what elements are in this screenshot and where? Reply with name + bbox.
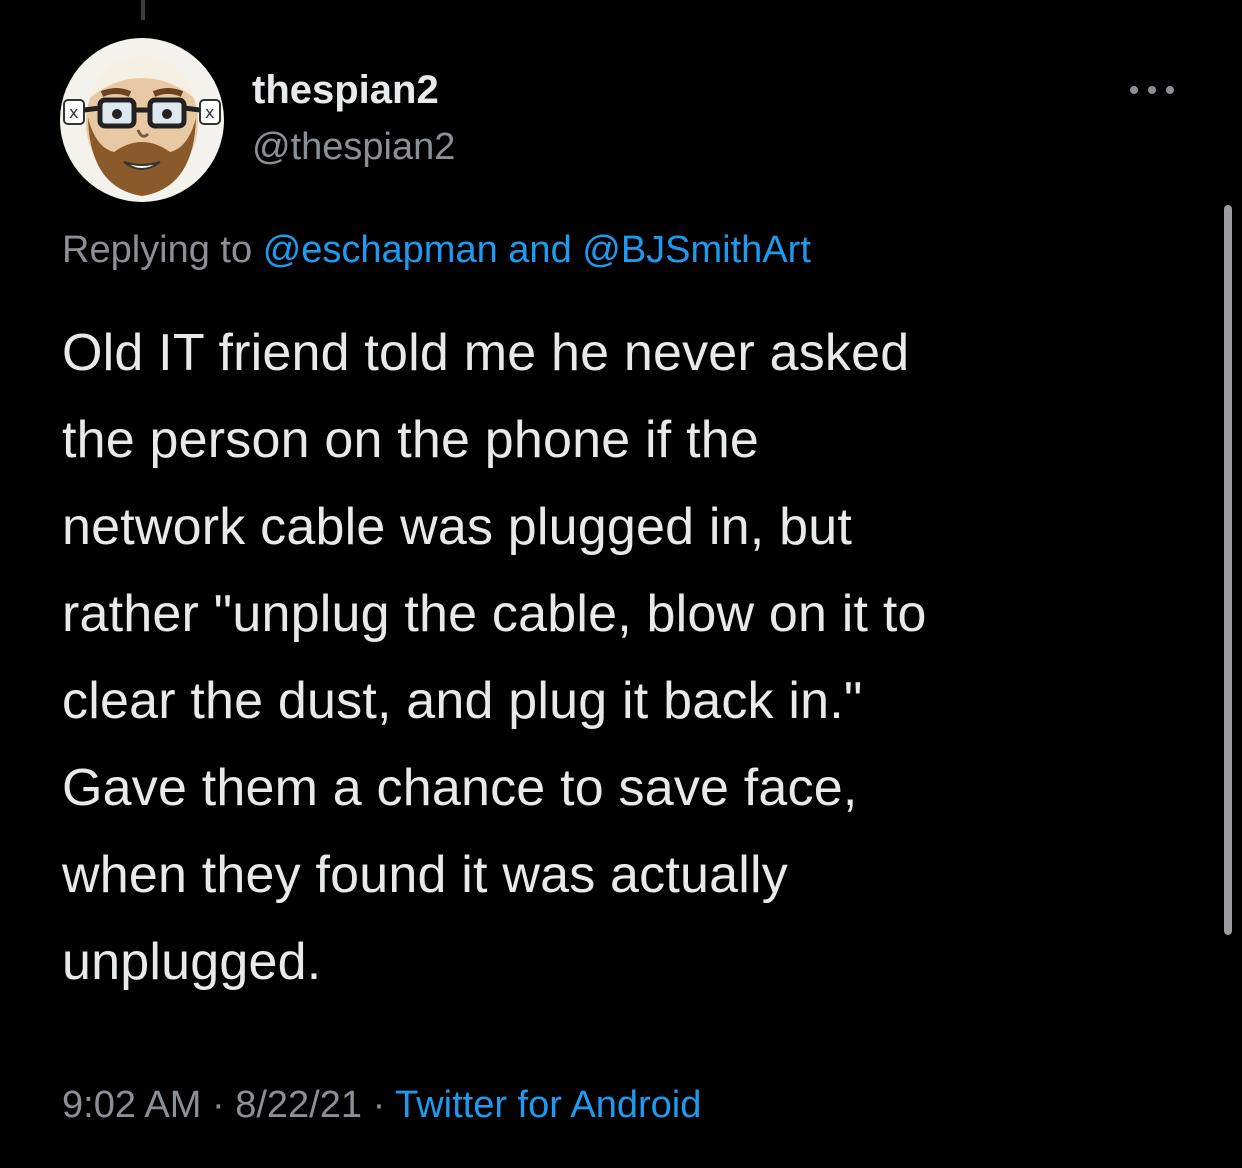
tweet-text-line: Gave them a chance to save face, <box>62 759 858 817</box>
tweet-text-line: clear the dust, and plug it back in." <box>62 672 863 730</box>
reply-prefix: Replying to <box>62 229 253 271</box>
tweet-text-line: unplugged. <box>62 933 322 991</box>
avatar[interactable]: x x <box>60 38 224 202</box>
thread-connector-line <box>141 0 145 20</box>
author-handle[interactable]: @thespian2 <box>252 125 455 171</box>
tweet-text-line: when they found it was actually <box>62 846 788 904</box>
more-horizontal-icon[interactable] <box>1124 78 1180 102</box>
tweet-text-line: the person on the phone if the <box>62 411 759 469</box>
author-display-name[interactable]: thespian2 <box>252 66 439 114</box>
tweet-text: Old IT friend told me he never asked the… <box>62 310 1202 1006</box>
tweet-text-line: network cable was plugged in, but <box>62 498 852 556</box>
mention-bjsmithart[interactable]: @BJSmithArt <box>582 229 811 271</box>
svg-text:x: x <box>69 103 78 122</box>
mention-eschapman[interactable]: @eschapman <box>263 229 498 271</box>
tweet-text-line: rather "unplug the cable, blow on it to <box>62 585 927 643</box>
reply-context: Replying to @eschapman and @BJSmithArt <box>62 228 811 274</box>
meta-separator: · <box>372 1084 386 1126</box>
svg-text:x: x <box>205 103 214 122</box>
scrollbar[interactable] <box>1224 205 1232 935</box>
reply-conjunction[interactable]: and <box>508 229 571 271</box>
bearded-man-avatar-icon: x x <box>62 40 222 200</box>
meta-separator: · <box>211 1084 225 1126</box>
tweet-time[interactable]: 9:02 AM <box>62 1084 201 1126</box>
tweet-source-link[interactable]: Twitter for Android <box>395 1084 701 1126</box>
tweet-meta: 9:02 AM · 8/22/21 · Twitter for Android <box>62 1083 701 1129</box>
tweet-date[interactable]: 8/22/21 <box>235 1084 362 1126</box>
tweet-text-line: Old IT friend told me he never asked <box>62 324 910 382</box>
